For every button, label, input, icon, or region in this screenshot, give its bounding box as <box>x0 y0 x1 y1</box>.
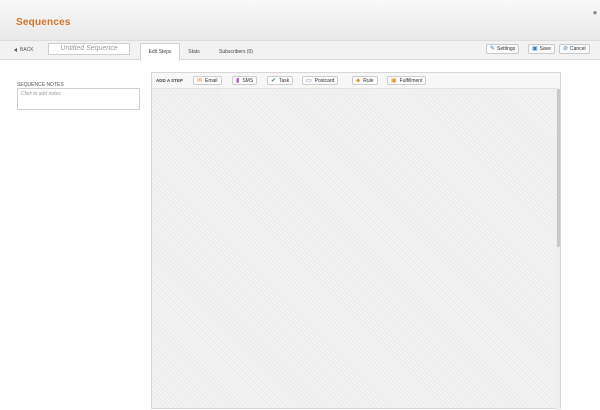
app-header: Sequences ● <box>0 0 600 41</box>
sequence-notes-input[interactable]: Click to add notes <box>17 88 140 110</box>
tab-label: Edit Steps <box>148 49 172 55</box>
close-icon[interactable]: ● <box>590 8 600 18</box>
settings-button[interactable]: ✎ Settings <box>486 44 520 54</box>
rule-icon: ⬥ <box>356 77 361 84</box>
fulfillment-icon: ▣ <box>391 77 397 84</box>
steps-scrollbar-thumb[interactable] <box>557 89 560 247</box>
tab-subscribers[interactable]: Subscribers (0) <box>210 44 262 59</box>
postcard-icon: ▭ <box>306 77 312 84</box>
wrench-icon: ✎ <box>490 46 496 52</box>
sms-icon: ▮ <box>236 77 240 84</box>
cancel-label: Cancel <box>570 46 586 52</box>
steps-canvas[interactable]: ADD A STEP ✉ Email ▮ SMS ✔ Task ▭ Postca… <box>151 72 561 410</box>
save-icon: ▣ <box>532 46 538 52</box>
add-email-step-button[interactable]: ✉ Email <box>193 76 222 85</box>
save-label: Save <box>539 46 552 52</box>
add-postcard-step-button[interactable]: ▭ Postcard <box>302 76 339 85</box>
add-step-bar: ADD A STEP ✉ Email ▮ SMS ✔ Task ▭ Postca… <box>152 73 560 89</box>
step-label: SMS <box>242 77 254 84</box>
email-icon: ✉ <box>197 77 203 84</box>
step-label: Fulfillment <box>399 77 423 84</box>
check-icon: ✔ <box>271 77 277 84</box>
page-title: Sequences <box>16 17 71 28</box>
step-label: Email <box>205 77 218 84</box>
add-step-label: ADD A STEP <box>156 78 183 83</box>
cancel-button[interactable]: ⊘ Cancel <box>559 44 590 54</box>
tab-label: Subscribers (0) <box>219 48 253 55</box>
step-label: Task <box>279 77 290 84</box>
add-rule-step-button[interactable]: ⬥ Rule <box>352 76 378 85</box>
back-button[interactable]: BACK <box>14 47 34 53</box>
tab-label: Stats <box>188 48 200 55</box>
add-sms-step-button[interactable]: ▮ SMS <box>232 76 258 85</box>
tab-edit-steps[interactable]: Edit Steps <box>140 43 180 61</box>
settings-label: Settings <box>497 46 516 52</box>
back-arrow-icon <box>14 48 17 52</box>
save-button[interactable]: ▣ Save <box>528 44 556 54</box>
step-label: Rule <box>363 77 374 84</box>
step-label: Postcard <box>314 77 335 84</box>
sequence-name-field[interactable]: Untitled Sequence <box>48 43 130 55</box>
back-label: BACK <box>20 47 34 53</box>
add-fulfillment-step-button[interactable]: ▣ Fulfillment <box>387 76 427 85</box>
tab-stats[interactable]: Stats <box>183 44 205 59</box>
add-task-step-button[interactable]: ✔ Task <box>267 76 294 85</box>
cancel-icon: ⊘ <box>563 46 569 52</box>
